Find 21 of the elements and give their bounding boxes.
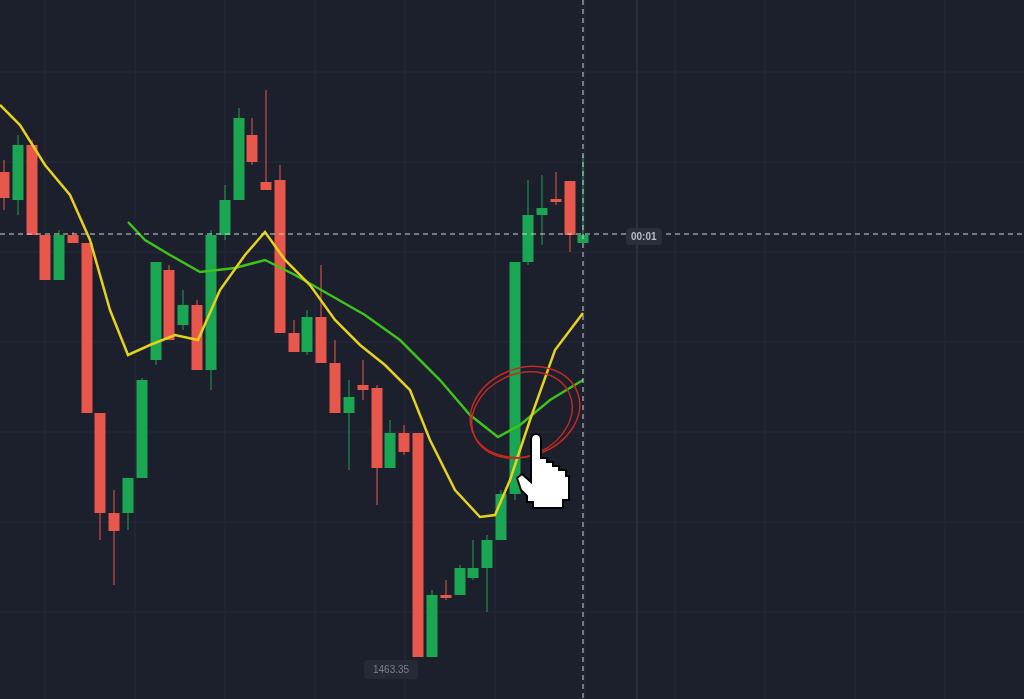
time-label: 00:01 (626, 228, 662, 245)
candle (550, 171, 562, 206)
candle (536, 174, 548, 246)
candle (177, 289, 189, 331)
candle (467, 539, 479, 581)
candle (67, 231, 79, 244)
price-label: 1463.35 (364, 660, 419, 679)
candle (426, 589, 438, 658)
candle (0, 159, 10, 211)
hand-cursor-icon (516, 433, 570, 509)
candle (191, 299, 203, 371)
candle (495, 489, 507, 541)
candle (454, 564, 466, 596)
candle (219, 184, 231, 241)
candle (301, 309, 313, 356)
candle (440, 579, 452, 601)
candle (53, 229, 65, 281)
candle (122, 477, 134, 531)
candle (357, 359, 369, 401)
candle (288, 319, 300, 353)
candle (398, 424, 410, 456)
